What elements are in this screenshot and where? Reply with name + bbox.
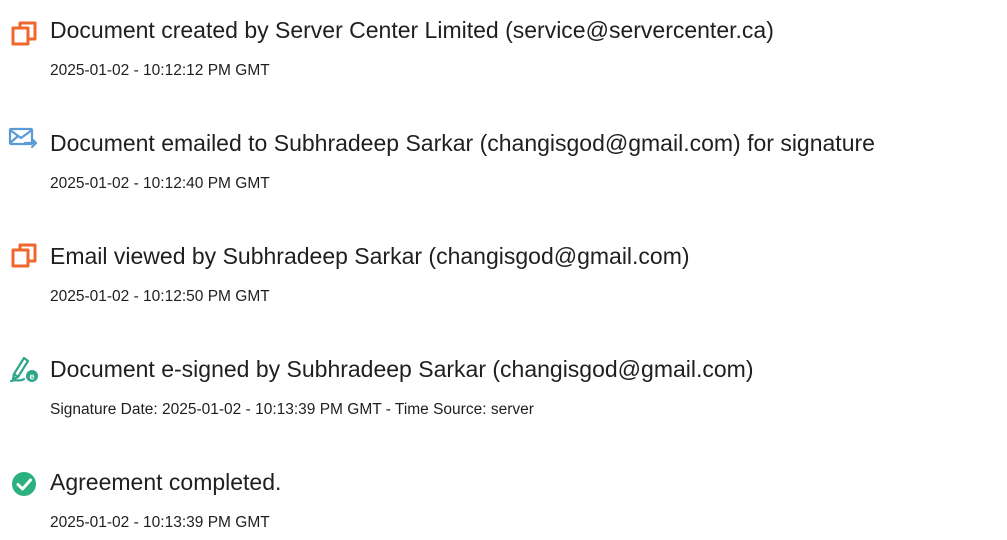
event-title: Email viewed by Subhradeep Sarkar (chang… — [50, 243, 690, 269]
event-title: Document created by Server Center Limite… — [50, 17, 774, 43]
event-timestamp: 2025-01-02 - 10:12:40 PM GMT — [50, 175, 270, 192]
event-timestamp: 2025-01-02 - 10:13:39 PM GMT — [50, 514, 270, 531]
event-title: Document e-signed by Subhradeep Sarkar (… — [50, 356, 754, 382]
document-icon — [8, 240, 40, 272]
event-timestamp: 2025-01-02 - 10:12:50 PM GMT — [50, 288, 270, 305]
email-sent-icon — [8, 122, 40, 154]
event-title: Document emailed to Subhradeep Sarkar (c… — [50, 130, 875, 156]
check-circle-icon — [8, 468, 40, 500]
document-icon — [8, 18, 40, 50]
event-title: Agreement completed. — [50, 469, 282, 495]
svg-text:e: e — [29, 372, 34, 382]
e-sign-icon: e — [8, 352, 40, 384]
event-timestamp: Signature Date: 2025-01-02 - 10:13:39 PM… — [50, 401, 534, 418]
event-timestamp: 2025-01-02 - 10:12:12 PM GMT — [50, 62, 270, 79]
